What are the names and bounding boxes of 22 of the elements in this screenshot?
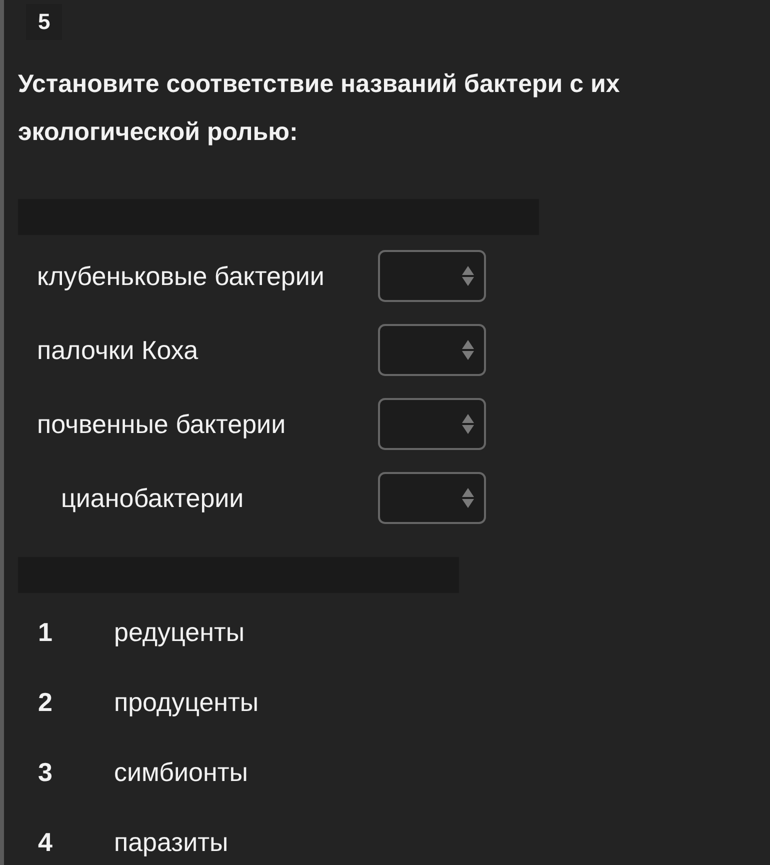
option-number: 1 <box>37 616 54 649</box>
match-label: клубеньковые бактерии <box>36 260 326 293</box>
option-number: 3 <box>37 756 54 789</box>
sort-arrows-icon <box>461 265 475 288</box>
match-label: палочки Коха <box>36 334 200 367</box>
sort-arrows-icon <box>461 487 475 510</box>
option-number: 4 <box>37 826 54 859</box>
match-label: цианобактерии <box>60 482 245 515</box>
sort-arrows-icon <box>461 413 475 436</box>
answer-select[interactable] <box>378 398 486 450</box>
question-number: 5 <box>26 4 62 40</box>
match-label: почвенные бактерии <box>36 408 287 441</box>
sort-arrows-icon <box>461 339 475 362</box>
option-text: редуценты <box>114 616 245 649</box>
answer-select[interactable] <box>378 324 486 376</box>
option-number: 2 <box>37 686 54 719</box>
option-text: паразиты <box>114 826 228 859</box>
answer-select[interactable] <box>378 250 486 302</box>
option-text: продуценты <box>114 686 259 719</box>
option-text: симбионты <box>114 756 248 789</box>
question-text: Установите соответствие названий бактери с их экологической ролью: <box>18 69 621 148</box>
answer-select[interactable] <box>378 472 486 524</box>
